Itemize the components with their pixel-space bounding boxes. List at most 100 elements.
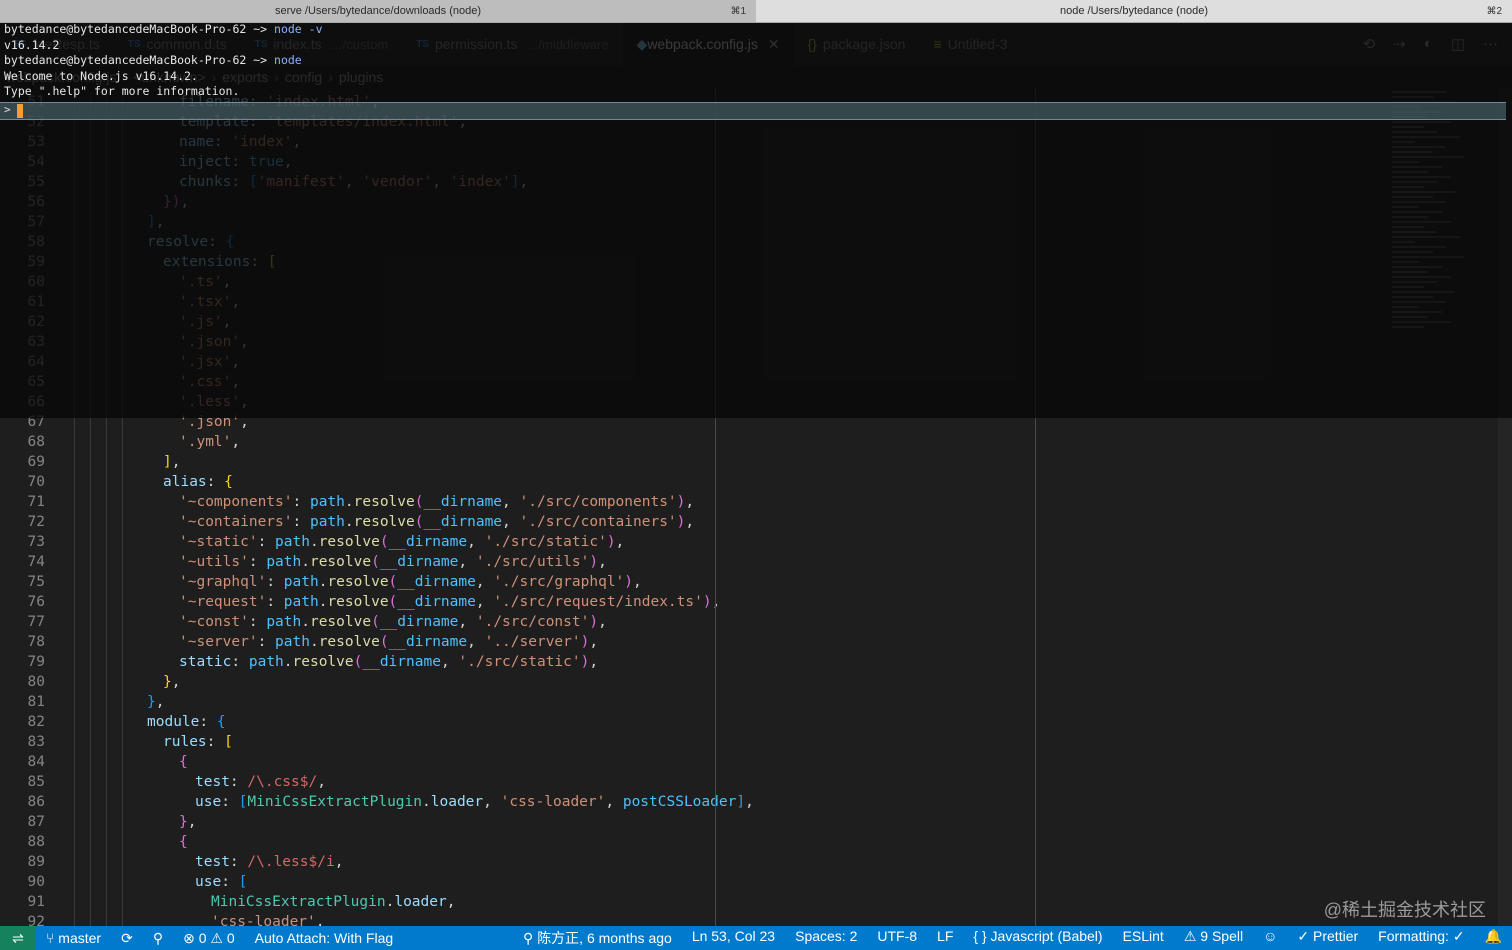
check-icon: ✓ <box>1297 928 1314 944</box>
line-number: 90 <box>27 874 45 890</box>
code-line: 86 use: [MiniCssExtractPlugin.loader, 'cs… <box>0 792 1390 812</box>
code-token: } <box>179 814 188 830</box>
language-name: Javascript (Babel) <box>990 928 1103 944</box>
code-token: '.yml' <box>179 434 232 450</box>
code-token: : <box>206 734 225 750</box>
sync-icon: ⟳ <box>121 929 133 946</box>
code-token: : <box>231 654 249 670</box>
code-token: , <box>598 614 607 630</box>
line-number: 69 <box>27 454 45 470</box>
terminal-tab[interactable]: node /Users/bytedance (node) ⌘2 <box>756 0 1512 22</box>
remote-button[interactable]: ⇌ <box>0 926 36 950</box>
publish-button[interactable]: ⚲ <box>143 930 173 947</box>
line-number: 79 <box>27 654 45 670</box>
spell-item[interactable]: ⚠ 9 Spell <box>1174 928 1253 948</box>
code-line: 84 { <box>0 752 1390 772</box>
code-token: , <box>605 794 623 810</box>
copilot-button[interactable]: ☺ <box>1253 928 1287 948</box>
code-token: path <box>275 534 310 550</box>
auto-attach-item[interactable]: Auto Attach: With Flag <box>245 930 404 946</box>
code-token: { <box>216 714 226 730</box>
code-token: ( <box>371 614 380 630</box>
code-token: : <box>199 714 217 730</box>
cursor-position[interactable]: Ln 53, Col 23 <box>682 928 785 948</box>
code-token: path <box>309 494 345 510</box>
line-number: 83 <box>27 734 45 750</box>
spell-count: 9 Spell <box>1200 928 1244 944</box>
code-text: use: [ <box>55 872 247 892</box>
code-token: , <box>633 574 642 590</box>
status-right: ⚲ 陈方正, 6 months ago Ln 53, Col 23 Spaces… <box>513 928 1512 948</box>
terminal-line-text: bytedance@bytedancedeMacBook-Pro-62 ~> <box>4 22 275 36</box>
terminal-line-text: bytedance@bytedancedeMacBook-Pro-62 ~> <box>4 53 275 67</box>
code-token: './src/graphql' <box>493 574 625 590</box>
code-token: , <box>187 814 197 830</box>
code-text: use: [MiniCssExtractPlugin.loader, 'css-… <box>55 792 754 812</box>
branch-item[interactable]: ⑂ master <box>36 930 111 946</box>
code-text: '~utils': path.resolve(__dirname, './src… <box>55 552 607 572</box>
warning-icon: ⚠ <box>1183 928 1201 944</box>
code-line: 68 '.yml', <box>0 432 1390 452</box>
end-of-line[interactable]: LF <box>927 928 963 948</box>
terminal-line: Welcome to Node.js v16.14.2. <box>0 69 1512 85</box>
problems-item[interactable]: ⊗ 0 ⚠ 0 <box>173 930 245 947</box>
code-token: loader <box>430 794 484 810</box>
code-token: __dirname <box>423 494 503 510</box>
code-line: 79 static: path.resolve(__dirname, './src… <box>0 652 1390 672</box>
line-number: 92 <box>27 914 45 926</box>
code-token: { <box>179 754 188 770</box>
code-token: : <box>248 614 267 630</box>
indentation[interactable]: Spaces: 2 <box>785 928 867 948</box>
code-token: resolve <box>292 654 354 670</box>
code-token: [ <box>238 874 248 890</box>
terminal-cursor <box>17 104 23 118</box>
code-text: rules: [ <box>55 732 233 752</box>
code-token: , <box>475 594 494 610</box>
notifications-button[interactable]: 🔔 <box>1475 928 1512 948</box>
code-token: , <box>458 614 476 630</box>
terminal-prompt-row[interactable]: > <box>0 102 1506 120</box>
code-token: path <box>309 514 345 530</box>
terminal-window[interactable]: bytedance@bytedancedeMacBook-Pro-62 ~> n… <box>0 22 1512 418</box>
sync-button[interactable]: ⟳ <box>111 930 143 947</box>
code-token: : <box>229 854 248 870</box>
line-number: 71 <box>27 494 45 510</box>
code-token: : <box>221 794 239 810</box>
prettier-item[interactable]: ✓ Prettier <box>1287 928 1368 948</box>
encoding[interactable]: UTF-8 <box>867 928 927 948</box>
terminal-tab-shortcut: ⌘1 <box>730 5 746 17</box>
code-token: '~server' <box>179 634 258 650</box>
copilot-icon: ☺ <box>1263 928 1278 944</box>
git-blame-item[interactable]: ⚲ 陈方正, 6 months ago <box>513 928 682 948</box>
code-token: path <box>275 634 310 650</box>
terminal-tab[interactable]: serve /Users/bytedance/downloads (node) ⌘… <box>0 0 756 22</box>
git-compare-icon: ⚲ <box>152 929 164 946</box>
code-line: 76 '~request': path.resolve(__dirname, '.… <box>0 592 1390 612</box>
code-token: alias <box>163 474 207 490</box>
terminal-prompt: > <box>4 103 11 116</box>
code-token: resolve <box>353 514 415 530</box>
terminal-tab-title: node /Users/bytedance (node) <box>1060 5 1208 17</box>
code-text: { <box>55 752 188 772</box>
code-token: './src/components' <box>519 494 677 510</box>
terminal-output: bytedance@bytedancedeMacBook-Pro-62 ~> n… <box>0 22 1512 100</box>
formatting-item[interactable]: Formatting: ✓ <box>1368 928 1474 948</box>
line-number: 86 <box>27 794 45 810</box>
code-token: , <box>475 574 494 590</box>
language-mode[interactable]: { } Javascript (Babel) <box>963 928 1112 948</box>
code-text: '~static': path.resolve(__dirname, './sr… <box>55 532 624 552</box>
code-line: 73 '~static': path.resolve(__dirname, './… <box>0 532 1390 552</box>
code-token: resolve <box>309 614 372 630</box>
warning-icon: ⚠ <box>210 929 227 946</box>
code-token: './src/request/index.ts' <box>493 594 703 610</box>
code-line: 72 '~containers': path.resolve(__dirname,… <box>0 512 1390 532</box>
warnings-count: 0 <box>226 929 235 946</box>
line-number: 78 <box>27 634 45 650</box>
eslint-item[interactable]: ESLint <box>1113 928 1174 948</box>
line-number: 81 <box>27 694 45 710</box>
code-token: . <box>344 494 354 510</box>
line-number: 72 <box>27 514 45 530</box>
line-number: 74 <box>27 554 45 570</box>
code-token: , <box>171 454 181 470</box>
code-line: 71 '~components': path.resolve(__dirname,… <box>0 492 1390 512</box>
